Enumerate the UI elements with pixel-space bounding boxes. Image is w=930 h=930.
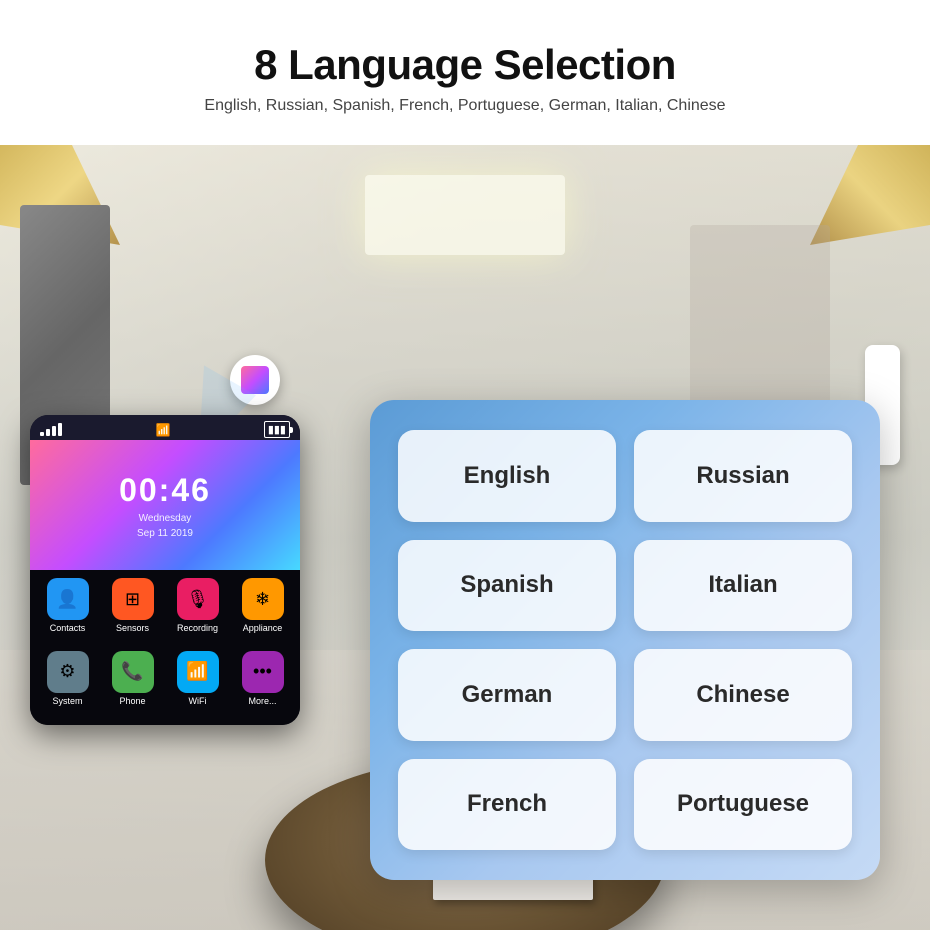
- lang-btn-spanish[interactable]: Spanish: [398, 540, 616, 632]
- app-contacts[interactable]: 👤 Contacts: [38, 578, 97, 645]
- system-icon: ⚙: [47, 651, 89, 693]
- phone-day: Wednesday: [139, 513, 192, 524]
- wifi-icon: 📶: [177, 651, 219, 693]
- system-label: System: [52, 696, 82, 706]
- page-title: 8 Language Selection: [254, 41, 676, 89]
- lang-btn-german[interactable]: German: [398, 649, 616, 741]
- lang-btn-french[interactable]: French: [398, 759, 616, 851]
- header-section: 8 Language Selection English, Russian, S…: [0, 0, 930, 145]
- app-sensors[interactable]: ⊞ Sensors: [103, 578, 162, 645]
- app-recording[interactable]: 🎙 Recording: [168, 578, 227, 645]
- phone-device: 📶 ▮▮▮ 00:46 Wednesday Sep 11 2019 👤 Cont…: [30, 415, 300, 725]
- ceiling-light: [365, 175, 565, 255]
- recording-icon: 🎙: [177, 578, 219, 620]
- battery-icon: ▮▮▮: [264, 421, 290, 438]
- wifi-label: WiFi: [189, 696, 207, 706]
- wifi-status-icon: 📶: [155, 423, 170, 437]
- lang-btn-italian[interactable]: Italian: [634, 540, 852, 632]
- contacts-icon: 👤: [47, 578, 89, 620]
- shelf-area: [690, 225, 830, 425]
- app-more...[interactable]: ••• More...: [233, 651, 292, 718]
- phone-date: Sep 11 2019: [137, 528, 193, 539]
- contacts-label: Contacts: [50, 623, 86, 633]
- language-panel: EnglishRussianSpanishItalianGermanChines…: [370, 400, 880, 880]
- app-wifi[interactable]: 📶 WiFi: [168, 651, 227, 718]
- signal-icon: [40, 423, 62, 436]
- status-bar: 📶 ▮▮▮: [30, 415, 300, 440]
- phone-time: 00:46: [119, 472, 211, 509]
- phone-apps-grid: 👤 Contacts ⊞ Sensors 🎙 Recording ❄ Appli…: [30, 570, 300, 725]
- more...-icon: •••: [242, 651, 284, 693]
- app-system[interactable]: ⚙ System: [38, 651, 97, 718]
- phone-clock-area: 00:46 Wednesday Sep 11 2019: [30, 440, 300, 570]
- appliance-icon: ❄: [242, 578, 284, 620]
- sensors-label: Sensors: [116, 623, 149, 633]
- phone-icon: 📞: [112, 651, 154, 693]
- lang-btn-english[interactable]: English: [398, 430, 616, 522]
- appliance-label: Appliance: [243, 623, 283, 633]
- sensors-icon: ⊞: [112, 578, 154, 620]
- app-phone[interactable]: 📞 Phone: [103, 651, 162, 718]
- room-background: 📶 ▮▮▮ 00:46 Wednesday Sep 11 2019 👤 Cont…: [0, 145, 930, 930]
- phone-label: Phone: [119, 696, 145, 706]
- lang-btn-chinese[interactable]: Chinese: [634, 649, 852, 741]
- phone-screen: 📶 ▮▮▮ 00:46 Wednesday Sep 11 2019 👤 Cont…: [30, 415, 300, 725]
- language-list: English, Russian, Spanish, French, Portu…: [204, 97, 725, 115]
- lang-btn-portuguese[interactable]: Portuguese: [634, 759, 852, 851]
- recording-label: Recording: [177, 623, 218, 633]
- more...-label: More...: [248, 696, 276, 706]
- lang-btn-russian[interactable]: Russian: [634, 430, 852, 522]
- app-appliance[interactable]: ❄ Appliance: [233, 578, 292, 645]
